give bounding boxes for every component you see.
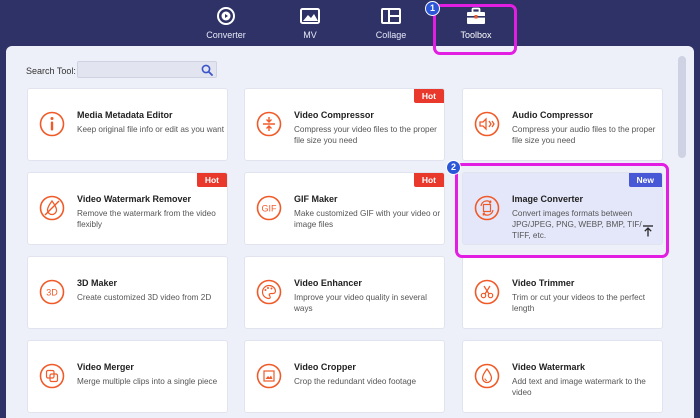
tool-desc: Make customized GIF with your video or i… xyxy=(294,209,441,229)
tool-desc: Trim or cut your videos to the perfect l… xyxy=(512,293,646,313)
scrollbar[interactable] xyxy=(678,56,686,356)
crop-icon xyxy=(256,363,282,389)
palette-icon xyxy=(256,279,282,305)
tool-title: 3D Maker xyxy=(77,278,118,288)
top-nav: Converter MV Collage Toolbox xyxy=(0,0,700,46)
tool-card-video-enhancer[interactable]: Video Enhancer Improve your video qualit… xyxy=(244,256,445,329)
tool-desc: Keep original file info or edit as you w… xyxy=(77,125,225,134)
tool-desc: Compress your video files to the proper … xyxy=(294,125,437,145)
scissors-icon xyxy=(474,279,500,305)
tab-collage-label: Collage xyxy=(375,30,407,40)
tool-card-3d-maker[interactable]: 3D 3D Maker Create customized 3D video f… xyxy=(27,256,228,329)
tool-card-video-compressor[interactable]: Hot Video Compressor Compress your video… xyxy=(244,88,445,161)
tool-desc: Create customized 3D video from 2D xyxy=(77,293,212,302)
3d-icon: 3D xyxy=(39,279,65,305)
tab-collage[interactable]: Collage xyxy=(361,0,421,46)
tab-mv-label: MV xyxy=(303,30,317,40)
merge-icon xyxy=(39,363,65,389)
tool-title: Video Trimmer xyxy=(512,278,575,288)
converter-icon xyxy=(217,7,235,25)
gif-icon-text: GIF xyxy=(262,204,278,214)
tool-desc: Compress your audio files to the proper … xyxy=(512,125,656,145)
tool-desc: Add text and image watermark to the vide… xyxy=(512,377,646,397)
tool-title: Video Merger xyxy=(77,362,134,372)
tool-title: GIF Maker xyxy=(294,194,338,204)
tool-card-video-watermark[interactable]: Video Watermark Add text and image water… xyxy=(462,340,663,413)
toolbox-highlight-box xyxy=(433,4,517,55)
tool-card-media-metadata-editor[interactable]: Media Metadata Editor Keep original file… xyxy=(27,88,228,161)
image-converter-highlight-box xyxy=(455,163,669,258)
search-box[interactable] xyxy=(77,61,217,78)
tool-card-video-cropper[interactable]: Video Cropper Crop the redundant video f… xyxy=(244,340,445,413)
tool-title: Audio Compressor xyxy=(512,110,594,120)
tool-desc: Merge multiple clips into a single piece xyxy=(77,377,218,386)
tool-title: Video Watermark Remover xyxy=(77,194,192,204)
tool-desc: Remove the watermark from the video flex… xyxy=(77,209,216,229)
step-1-badge: 1 xyxy=(425,1,440,16)
info-icon xyxy=(39,111,65,137)
scrollbar-thumb[interactable] xyxy=(678,56,686,158)
search-input[interactable] xyxy=(82,63,192,76)
tool-card-video-trimmer[interactable]: Video Trimmer Trim or cut your videos to… xyxy=(462,256,663,329)
tool-card-video-merger[interactable]: Video Merger Merge multiple clips into a… xyxy=(27,340,228,413)
drop-icon xyxy=(474,363,500,389)
audio-compress-icon xyxy=(474,111,500,137)
tool-desc: Crop the redundant video footage xyxy=(294,377,416,386)
collage-icon xyxy=(381,8,401,24)
search-label: Search Tool: xyxy=(26,66,76,76)
hot-badge: Hot xyxy=(413,89,444,103)
tool-card-audio-compressor[interactable]: Audio Compressor Compress your audio fil… xyxy=(462,88,663,161)
hot-badge: Hot xyxy=(196,173,227,187)
tool-title: Video Enhancer xyxy=(294,278,362,288)
tool-card-gif-maker[interactable]: Hot GIF GIF Maker Make customized GIF wi… xyxy=(244,172,445,245)
tool-desc: Improve your video quality in several wa… xyxy=(294,293,427,313)
tool-title: Video Cropper xyxy=(294,362,356,372)
3d-icon-text: 3D xyxy=(46,288,58,298)
compress-icon xyxy=(256,111,282,137)
tab-mv[interactable]: MV xyxy=(280,0,340,46)
tool-title: Video Watermark xyxy=(512,362,586,372)
tab-converter-label: Converter xyxy=(206,30,246,40)
tab-converter[interactable]: Converter xyxy=(196,0,256,46)
gif-icon: GIF xyxy=(256,195,282,221)
tool-title: Video Compressor xyxy=(294,110,374,120)
step-2-badge: 2 xyxy=(446,160,461,175)
tool-title: Media Metadata Editor xyxy=(77,110,173,120)
tool-card-video-watermark-remover[interactable]: Hot Video Watermark Remover Remove the w… xyxy=(27,172,228,245)
hot-badge: Hot xyxy=(413,173,444,187)
search-icon[interactable] xyxy=(201,64,213,76)
mv-icon xyxy=(300,8,320,24)
watermark-remove-icon xyxy=(39,195,65,221)
